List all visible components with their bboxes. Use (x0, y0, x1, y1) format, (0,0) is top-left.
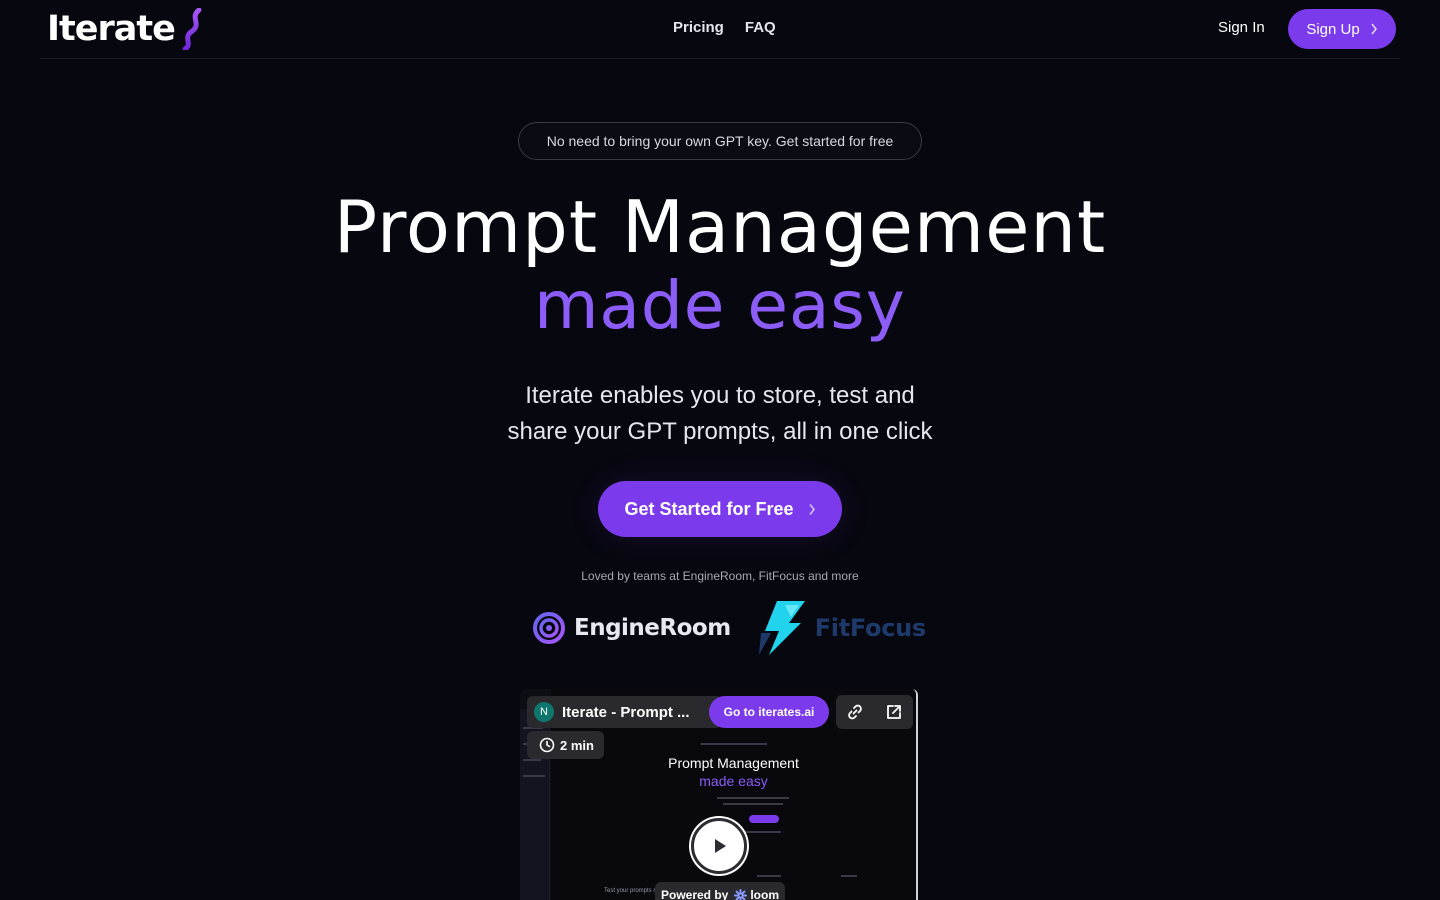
preview-line (523, 759, 541, 761)
sign-in-link[interactable]: Sign In (1218, 19, 1265, 36)
clock-icon (539, 737, 555, 753)
engineroom-name: EngineRoom (574, 615, 731, 641)
loom-logo-icon (734, 888, 748, 900)
preview-cta (749, 815, 779, 823)
sign-up-label: Sign Up (1306, 20, 1360, 38)
preview-line (841, 875, 857, 877)
logo-text: Iterate (47, 9, 176, 49)
hero-subtitle: Iterate enables you to store, test and s… (470, 378, 970, 450)
fitfocus-logo: FitFocus (755, 599, 926, 657)
external-link-icon[interactable] (879, 697, 909, 727)
get-started-label: Get Started for Free (624, 498, 794, 519)
duration-label: 2 min (560, 737, 594, 753)
logo-mark-icon (182, 8, 202, 50)
nav-link-pricing[interactable]: Pricing (673, 19, 724, 36)
engineroom-mark-icon (533, 612, 565, 644)
loom-name: loom (750, 888, 780, 900)
link-icon[interactable] (840, 697, 870, 727)
go-to-site-button[interactable]: Go to iterates.ai (709, 696, 829, 728)
nav-link-faq[interactable]: FAQ (745, 19, 776, 36)
preview-footer-text: Test your prompts m (604, 888, 659, 894)
chevron-right-icon (1371, 23, 1377, 35)
hero-title-accent: made easy (0, 266, 1440, 346)
hero-subtitle-line1: Iterate enables you to store, test and (525, 382, 915, 409)
avatar: N (534, 702, 554, 722)
fitfocus-name: FitFocus (814, 614, 927, 642)
loom-brand: loom (734, 888, 779, 900)
preview-line (723, 803, 783, 805)
loved-by-text: Loved by teams at EngineRoom, FitFocus a… (581, 569, 859, 583)
top-nav: Iterate Pricing FAQ Sign In Sign Up (40, 0, 1400, 59)
preview-line (701, 743, 767, 745)
logo[interactable]: Iterate (47, 8, 207, 50)
powered-by-label: Powered by (660, 888, 729, 900)
video-title-chip[interactable]: N Iterate - Prompt ... (527, 696, 722, 728)
preview-line (523, 775, 545, 777)
play-button[interactable] (691, 818, 747, 874)
play-icon (715, 839, 726, 853)
preview-line (717, 797, 789, 799)
powered-by-loom[interactable]: Powered by loom (655, 882, 785, 900)
free-badge[interactable]: No need to bring your own GPT key. Get s… (518, 122, 922, 160)
preview-line (757, 875, 781, 877)
preview-title: Prompt Management (668, 755, 799, 771)
preview-title-accent: made easy (699, 773, 768, 789)
get-started-button[interactable]: Get Started for Free (598, 481, 842, 537)
customer-logos: EngineRoom FitFocus (532, 598, 926, 658)
video-actions (836, 695, 913, 729)
video-duration: 2 min (527, 731, 604, 759)
chevron-right-icon (808, 503, 815, 515)
video-title: Iterate - Prompt ... (562, 703, 690, 721)
preview-line (741, 831, 781, 833)
nav-links: Pricing FAQ (673, 19, 776, 36)
sign-up-button[interactable]: Sign Up (1288, 9, 1396, 49)
hero-title: Prompt Management (333, 185, 1107, 269)
hero-subtitle-line2: share your GPT prompts, all in one click (507, 418, 933, 445)
engineroom-logo: EngineRoom (532, 611, 731, 645)
lightning-bolt-icon (758, 601, 805, 655)
